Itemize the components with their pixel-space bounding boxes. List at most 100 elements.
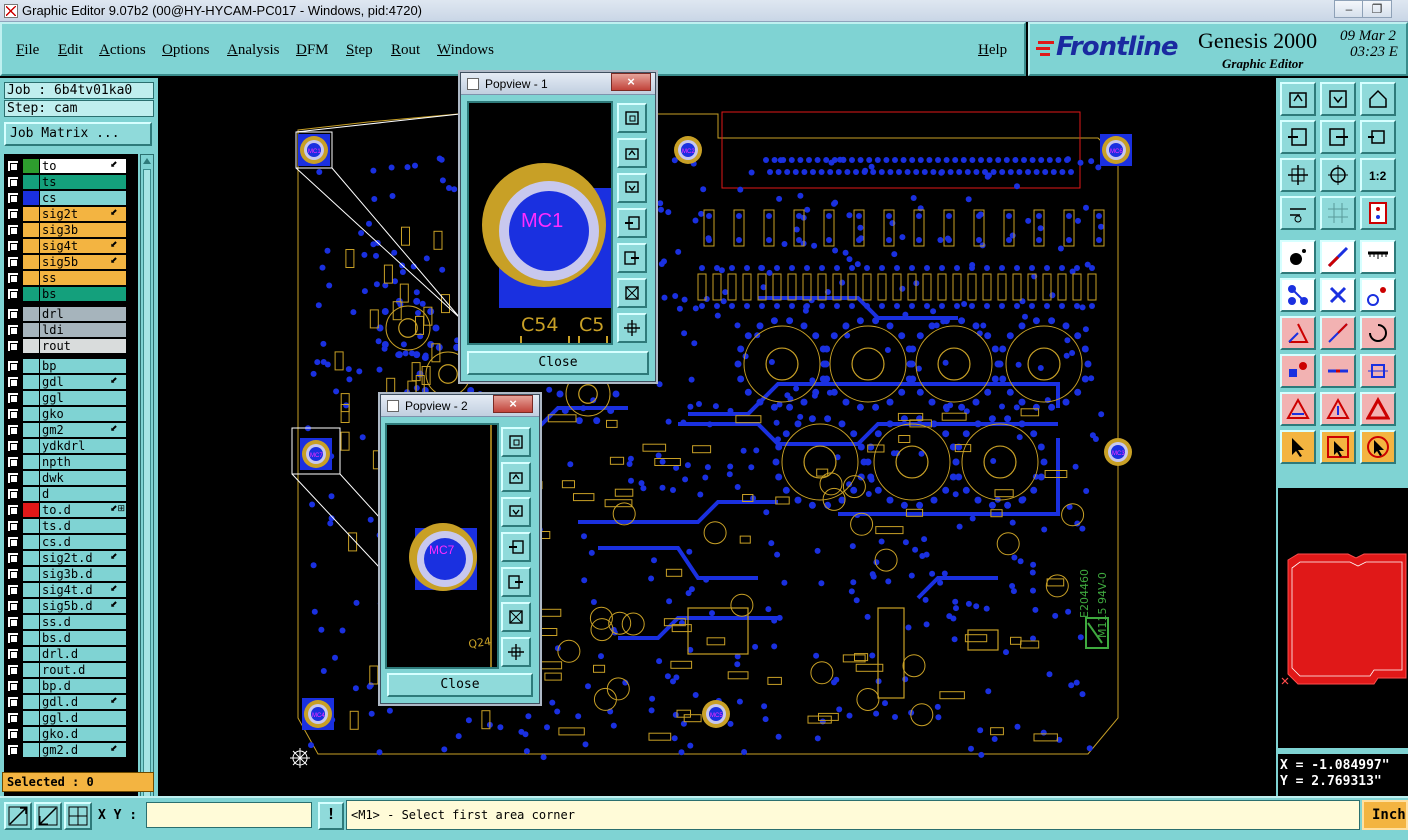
layer-color-swatch[interactable] xyxy=(23,551,39,565)
layer-color-swatch[interactable] xyxy=(23,359,39,373)
triangle-frame-button[interactable] xyxy=(1360,392,1396,426)
triangle-warning-button[interactable] xyxy=(1280,392,1316,426)
board-overview[interactable] xyxy=(1278,488,1408,748)
layer-color-swatch[interactable] xyxy=(23,711,39,725)
minimize-button[interactable]: – xyxy=(1334,0,1364,18)
layer-display-checkbox[interactable] xyxy=(7,744,19,756)
layer-color-swatch[interactable] xyxy=(23,307,39,321)
line-button[interactable] xyxy=(1320,316,1356,350)
menu-rout[interactable]: Rout xyxy=(391,42,420,59)
layer-display-checkbox[interactable] xyxy=(7,424,19,436)
layer-color-swatch[interactable] xyxy=(23,339,39,353)
layer-row-sig3b-d[interactable]: sig3b.d xyxy=(4,566,138,582)
layer-color-swatch[interactable] xyxy=(23,487,39,501)
cross-button[interactable] xyxy=(1320,278,1356,312)
layer-color-swatch[interactable] xyxy=(23,287,39,301)
layer-color-swatch[interactable] xyxy=(23,439,39,453)
popview-2-pan-center-button[interactable] xyxy=(501,637,531,667)
layer-color-swatch[interactable] xyxy=(23,583,39,597)
layer-row-ydkdrl[interactable]: ydkdrl xyxy=(4,438,138,454)
move-button[interactable] xyxy=(1280,354,1316,388)
pointer-circle-button[interactable] xyxy=(1360,430,1396,464)
popview-2-close-button[interactable]: Close xyxy=(387,673,533,697)
layer-color-swatch[interactable] xyxy=(23,631,39,645)
menu-file[interactable]: File xyxy=(16,42,39,59)
layer-name[interactable]: ggl.d xyxy=(40,711,126,725)
layer-row-to-d[interactable]: to.d ⬋⊞ xyxy=(4,502,138,518)
layer-display-checkbox[interactable] xyxy=(7,288,19,300)
layer-color-swatch[interactable] xyxy=(23,471,39,485)
layer-color-swatch[interactable] xyxy=(23,159,39,173)
layer-row-bp[interactable]: bp xyxy=(4,358,138,374)
layer-color-swatch[interactable] xyxy=(23,239,39,253)
pcb-drawing[interactable]: MC1 MC2MC3MC4 MC5MC6MC7E204460 M115 94V-0 xyxy=(158,78,1276,796)
popview-1-view[interactable]: MC1 C54 C5 xyxy=(467,101,613,345)
layer-color-swatch[interactable] xyxy=(23,567,39,581)
layer-display-checkbox[interactable] xyxy=(7,224,19,236)
layer-display-checkbox[interactable] xyxy=(7,536,19,548)
popview-1-close-icon[interactable]: × xyxy=(611,73,651,91)
layer-row-sig5b[interactable]: sig5b ⬋ xyxy=(4,254,138,270)
scroll-thumb[interactable] xyxy=(143,169,151,829)
popview-2-zoom-in-button[interactable] xyxy=(501,462,531,492)
layer-row-to[interactable]: to ⬋ xyxy=(4,158,138,174)
layer-name[interactable]: ldi xyxy=(40,323,126,337)
layer-display-checkbox[interactable] xyxy=(7,584,19,596)
layer-display-checkbox[interactable] xyxy=(7,488,19,500)
popview-1-title-bar[interactable]: Popview - 1 × xyxy=(461,73,655,95)
layer-display-checkbox[interactable] xyxy=(7,272,19,284)
layer-display-checkbox[interactable] xyxy=(7,192,19,204)
layer-row-sig2t[interactable]: sig2t ⬋ xyxy=(4,206,138,222)
measure-mode-button[interactable] xyxy=(34,802,62,830)
layer-color-swatch[interactable] xyxy=(23,743,39,757)
connect-button[interactable] xyxy=(1280,278,1316,312)
layer-color-swatch[interactable] xyxy=(23,391,39,405)
layer-color-swatch[interactable] xyxy=(23,519,39,533)
snap-settings-button[interactable] xyxy=(1280,196,1316,230)
layer-row-ts-d[interactable]: ts.d xyxy=(4,518,138,534)
arc-button[interactable] xyxy=(1360,316,1396,350)
units-button[interactable]: Inch xyxy=(1362,800,1408,830)
layer-name[interactable]: cs xyxy=(40,191,126,205)
layer-display-checkbox[interactable] xyxy=(7,520,19,532)
layer-color-swatch[interactable] xyxy=(23,375,39,389)
layer-row-ggl-d[interactable]: ggl.d xyxy=(4,710,138,726)
pan-center-button[interactable] xyxy=(1360,120,1396,154)
align-button[interactable] xyxy=(1360,354,1396,388)
layer-row-cs[interactable]: cs xyxy=(4,190,138,206)
popview-2-zoom-fit-button[interactable] xyxy=(501,602,531,632)
layer-name[interactable]: rout xyxy=(40,339,126,353)
layer-name[interactable]: d xyxy=(40,487,126,501)
layer-display-checkbox[interactable] xyxy=(7,160,19,172)
menu-help[interactable]: Help xyxy=(978,42,1007,59)
layer-display-checkbox[interactable] xyxy=(7,392,19,404)
layer-display-checkbox[interactable] xyxy=(7,456,19,468)
layer-row-gm2-d[interactable]: gm2.d ⬋ xyxy=(4,742,138,758)
layer-name[interactable]: sig3b xyxy=(40,223,126,237)
pointer-box-button[interactable] xyxy=(1320,430,1356,464)
zoom-fit-button[interactable] xyxy=(1320,82,1356,116)
split-button[interactable] xyxy=(1320,354,1356,388)
popview-2-title-bar[interactable]: Popview - 2 × xyxy=(381,395,539,417)
layer-display-checkbox[interactable] xyxy=(7,696,19,708)
layer-color-swatch[interactable] xyxy=(23,599,39,613)
layer-display-checkbox[interactable] xyxy=(7,648,19,660)
layer-color-swatch[interactable] xyxy=(23,663,39,677)
zoom-window-button[interactable] xyxy=(1360,82,1396,116)
layer-row-bs[interactable]: bs xyxy=(4,286,138,302)
layer-display-checkbox[interactable] xyxy=(7,408,19,420)
layer-row-sig2t-d[interactable]: sig2t.d ⬋ xyxy=(4,550,138,566)
layer-display-checkbox[interactable] xyxy=(7,324,19,336)
layer-row-gdl[interactable]: gdl ⬋ xyxy=(4,374,138,390)
menu-analysis[interactable]: Analysis xyxy=(227,42,280,59)
layer-name[interactable]: ts xyxy=(40,175,126,189)
layer-display-checkbox[interactable] xyxy=(7,728,19,740)
layer-row-bp-d[interactable]: bp.d xyxy=(4,678,138,694)
layer-name[interactable]: gko.d xyxy=(40,727,126,741)
layer-row-ts[interactable]: ts xyxy=(4,174,138,190)
layer-row-cs-d[interactable]: cs.d xyxy=(4,534,138,550)
layer-display-checkbox[interactable] xyxy=(7,600,19,612)
layer-color-swatch[interactable] xyxy=(23,503,39,517)
popview-2-window[interactable]: Popview - 2 × MC7 Q24 Close xyxy=(380,394,540,704)
layer-row-rout[interactable]: rout xyxy=(4,338,138,354)
